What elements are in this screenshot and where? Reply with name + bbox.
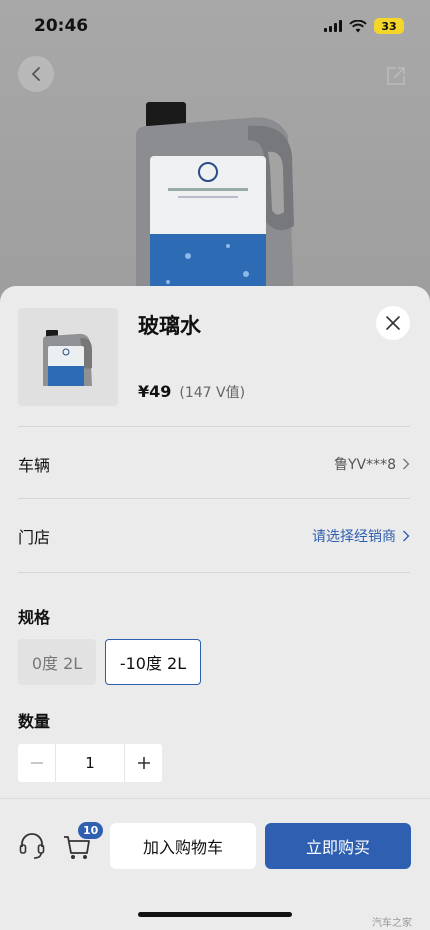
cart-count-badge: 10 — [77, 821, 105, 840]
vehicle-row[interactable]: 车辆 鲁YV***8 — [18, 444, 410, 484]
close-button[interactable] — [376, 306, 410, 340]
store-select-text: 请选择经销商 — [312, 529, 396, 545]
price-row: ¥49 (147 V值) — [138, 382, 245, 402]
spec-option-selected[interactable]: -10度 2L — [105, 639, 201, 685]
share-icon[interactable] — [384, 64, 408, 88]
back-button[interactable] — [18, 56, 54, 92]
vehicle-label: 车辆 — [18, 456, 51, 475]
decrease-button[interactable] — [18, 744, 55, 782]
quantity-title: 数量 — [18, 712, 51, 731]
divider — [18, 572, 410, 573]
product-bottle-image — [43, 330, 92, 386]
headset-icon[interactable] — [18, 831, 46, 861]
battery-indicator: 33 — [374, 18, 404, 34]
status-time: 20:46 — [34, 16, 89, 36]
vehicle-value: 鲁YV***8 — [334, 454, 410, 474]
divider — [18, 498, 410, 499]
spec-title: 规格 — [18, 608, 51, 627]
home-indicator[interactable] — [138, 912, 292, 917]
product-name: 玻璃水 — [138, 314, 201, 338]
plus-icon — [137, 757, 150, 769]
increase-button[interactable] — [125, 744, 162, 782]
watermark: 汽车之家 — [372, 918, 412, 929]
store-row[interactable]: 门店 请选择经销商 — [18, 516, 410, 556]
status-bar: 20:46 33 — [0, 0, 430, 52]
purchase-sheet: 玻璃水 ¥49 (147 V值) 车辆 鲁YV***8 门店 请选择经销商 规格… — [0, 286, 430, 930]
chevron-right-icon — [403, 458, 410, 470]
price: ¥49 — [138, 382, 172, 401]
footer-divider — [0, 798, 430, 799]
buy-now-button[interactable]: 立即购买 — [265, 823, 411, 869]
status-icons: 33 — [324, 18, 404, 34]
chevron-right-icon — [403, 530, 410, 542]
store-value: 请选择经销商 — [312, 526, 410, 546]
quantity-stepper: 1 — [18, 744, 162, 782]
wifi-icon — [349, 19, 367, 32]
minus-icon — [30, 762, 43, 764]
product-thumbnail — [18, 308, 118, 406]
product-page-backdrop: 20:46 33 — [0, 0, 430, 300]
divider — [18, 426, 410, 427]
vcoin-value: (147 V值) — [179, 385, 246, 401]
store-label: 门店 — [18, 528, 51, 547]
signal-icon — [324, 20, 342, 32]
add-to-cart-button[interactable]: 加入购物车 — [110, 823, 256, 869]
quantity-value[interactable]: 1 — [55, 744, 125, 782]
vehicle-plate: 鲁YV***8 — [333, 457, 396, 473]
close-icon — [386, 316, 400, 330]
back-icon — [31, 67, 40, 81]
cart-button[interactable]: 10 — [62, 821, 105, 863]
product-hero-image — [136, 102, 294, 300]
spec-option-0[interactable]: 0度 2L — [18, 639, 96, 685]
